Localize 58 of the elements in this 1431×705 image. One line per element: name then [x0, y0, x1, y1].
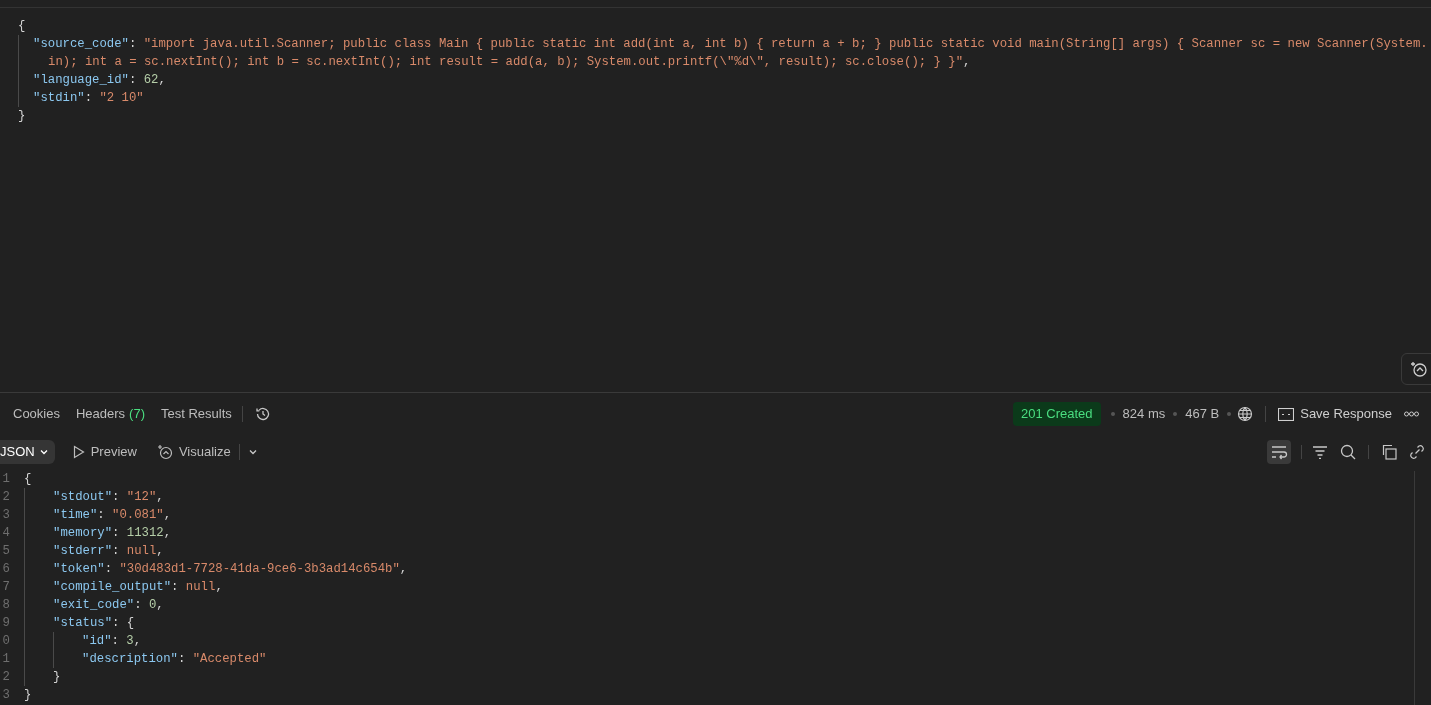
preview-button[interactable]: Preview [72, 442, 137, 462]
line-number: 6 [1, 560, 10, 578]
response-tab[interactable]: Cookies [13, 393, 60, 435]
visualize-button[interactable]: Visualize [156, 442, 231, 462]
more-icon[interactable] [1404, 411, 1419, 417]
format-dropdown[interactable]: JSON [0, 440, 55, 464]
line-number: 0 [1, 632, 10, 650]
magic-button[interactable] [1400, 353, 1431, 385]
magic-wand-icon [156, 444, 173, 460]
code-line: "source_code": "import java.util.Scanner; public class Main { public static int add(int a, int b) { return a + b; } public static void main(String[] args) { Scanner sc = new Scanner(System. [33, 36, 1428, 53]
code-line: "id": 3, [82, 632, 142, 650]
status-badge: 201 Created [1013, 402, 1101, 426]
filter-icon[interactable] [1312, 445, 1328, 459]
code-line: "status": { [53, 614, 135, 632]
play-icon [72, 445, 85, 459]
link-icon[interactable] [1409, 444, 1425, 460]
wrap-lines-button[interactable] [1267, 440, 1291, 464]
example-icon [1278, 407, 1295, 421]
code-line: in); int a = sc.nextInt(); int b = sc.nextInt(); int result = add(a, b); System.out.printf(\"%d\", result); sc.close(); } }", [47, 54, 971, 71]
code-line: "stderr": null, [53, 542, 164, 560]
history-icon[interactable] [254, 406, 271, 422]
code-line: { [24, 470, 32, 488]
wrap-icon [1270, 444, 1288, 460]
code-line: } [24, 686, 32, 704]
code-line: "memory": 11312, [53, 524, 172, 542]
code-line: "language_id": 62, [33, 72, 166, 89]
code-line: "stdin": "2 10" [33, 90, 144, 107]
line-number: 7 [1, 578, 10, 596]
code-line: "exit_code": 0, [53, 596, 164, 614]
save-response-button[interactable]: Save Response [1278, 404, 1392, 424]
line-number: 3 [1, 686, 10, 704]
chevron-down-icon[interactable] [247, 447, 258, 457]
code-line: "token": "30d483d1-7728-41da-9ce6-3b3ad14c654b", [53, 560, 408, 578]
magic-wand-icon [1410, 360, 1429, 378]
code-line: } [53, 668, 61, 686]
line-number: 5 [1, 542, 10, 560]
search-icon[interactable] [1340, 444, 1356, 460]
line-number: 1 [1, 470, 10, 488]
line-number: 2 [1, 668, 10, 686]
line-number: 2 [1, 488, 10, 506]
code-line: "compile_output": null, [53, 578, 223, 596]
line-number: 9 [1, 614, 10, 632]
code-line: { [18, 18, 26, 35]
line-number: 1 [1, 650, 10, 668]
code-line: "stdout": "12", [53, 488, 164, 506]
code-line: "time": "0.081", [53, 506, 172, 524]
chevron-down-icon [38, 447, 49, 457]
line-number: 4 [1, 524, 10, 542]
copy-icon[interactable] [1381, 444, 1397, 460]
code-line: "description": "Accepted" [82, 650, 267, 668]
response-time: 824 ms [1122, 405, 1166, 424]
line-number: 8 [1, 596, 10, 614]
line-number: 3 [1, 506, 10, 524]
response-size: 467 B [1185, 405, 1220, 424]
response-tab[interactable]: Headers (7) [75, 393, 145, 435]
response-tab[interactable]: Test Results [161, 393, 232, 435]
globe-icon[interactable] [1237, 406, 1254, 422]
code-line: } [18, 108, 26, 125]
